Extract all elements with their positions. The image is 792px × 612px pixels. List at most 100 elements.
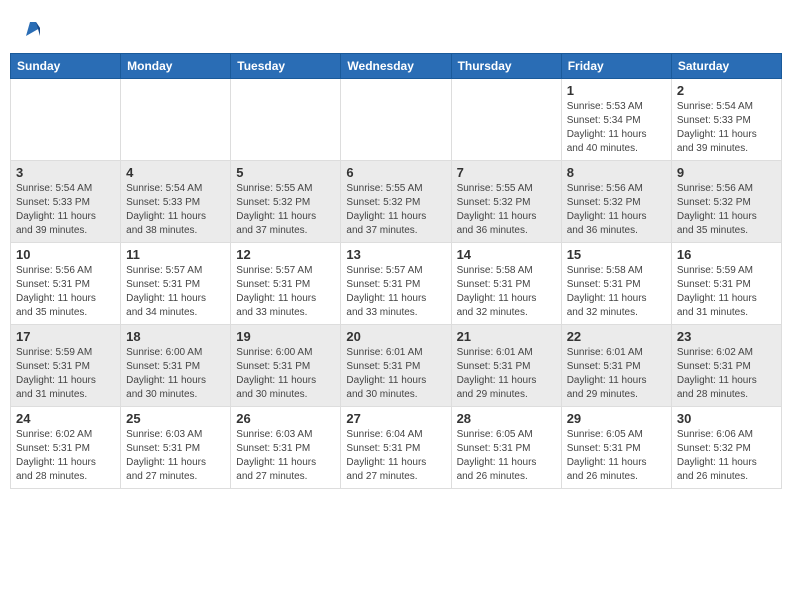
calendar-cell: 13 Sunrise: 5:57 AMSunset: 5:31 PMDayligh… [341, 243, 451, 325]
day-number: 24 [16, 411, 115, 426]
day-number: 26 [236, 411, 335, 426]
day-info: Sunrise: 5:54 AMSunset: 5:33 PMDaylight:… [126, 182, 225, 238]
day-number: 12 [236, 247, 335, 262]
day-number: 27 [346, 411, 445, 426]
day-info: Sunrise: 5:53 AMSunset: 5:34 PMDaylight:… [567, 100, 666, 156]
day-info: Sunrise: 6:04 AMSunset: 5:31 PMDaylight:… [346, 428, 445, 484]
weekday-header-friday: Friday [561, 54, 671, 79]
day-info: Sunrise: 6:01 AMSunset: 5:31 PMDaylight:… [457, 346, 556, 402]
day-info: Sunrise: 5:55 AMSunset: 5:32 PMDaylight:… [236, 182, 335, 238]
day-info: Sunrise: 5:55 AMSunset: 5:32 PMDaylight:… [457, 182, 556, 238]
day-info: Sunrise: 6:03 AMSunset: 5:31 PMDaylight:… [236, 428, 335, 484]
calendar-cell [11, 79, 121, 161]
calendar-cell: 2 Sunrise: 5:54 AMSunset: 5:33 PMDaylight… [671, 79, 781, 161]
day-number: 1 [567, 83, 666, 98]
calendar-cell: 18Sunrise: 6:00 AMSunset: 5:31 PMDayligh… [121, 325, 231, 407]
day-number: 18 [126, 329, 225, 344]
day-info: Sunrise: 5:56 AMSunset: 5:32 PMDaylight:… [677, 182, 776, 238]
day-info: Sunrise: 5:56 AMSunset: 5:32 PMDaylight:… [567, 182, 666, 238]
calendar-cell: 27 Sunrise: 6:04 AMSunset: 5:31 PMDayligh… [341, 407, 451, 489]
calendar-cell: 21 Sunrise: 6:01 AMSunset: 5:31 PMDayligh… [451, 325, 561, 407]
day-number: 22 [567, 329, 666, 344]
calendar-cell: 22 Sunrise: 6:01 AMSunset: 5:31 PMDayligh… [561, 325, 671, 407]
day-number: 4 [126, 165, 225, 180]
logo [20, 18, 44, 45]
calendar-cell: 6 Sunrise: 5:55 AMSunset: 5:32 PMDaylight… [341, 161, 451, 243]
calendar-cell: 12 Sunrise: 5:57 AMSunset: 5:31 PMDayligh… [231, 243, 341, 325]
day-number: 17 [16, 329, 115, 344]
day-number: 7 [457, 165, 556, 180]
calendar-cell: 4 Sunrise: 5:54 AMSunset: 5:33 PMDaylight… [121, 161, 231, 243]
day-number: 13 [346, 247, 445, 262]
day-info: Sunrise: 6:06 AMSunset: 5:32 PMDaylight:… [677, 428, 776, 484]
day-info: Sunrise: 5:57 AMSunset: 5:31 PMDaylight:… [236, 264, 335, 320]
day-number: 8 [567, 165, 666, 180]
day-number: 2 [677, 83, 776, 98]
day-info: Sunrise: 6:01 AMSunset: 5:31 PMDaylight:… [567, 346, 666, 402]
calendar-cell [121, 79, 231, 161]
page-header [10, 10, 782, 49]
calendar-cell: 5Sunrise: 5:55 AMSunset: 5:32 PMDaylight… [231, 161, 341, 243]
calendar-cell: 8 Sunrise: 5:56 AMSunset: 5:32 PMDaylight… [561, 161, 671, 243]
calendar-week-row: 1 Sunrise: 5:53 AMSunset: 5:34 PMDaylight… [11, 79, 782, 161]
day-info: Sunrise: 5:57 AMSunset: 5:31 PMDaylight:… [346, 264, 445, 320]
day-info: Sunrise: 5:55 AMSunset: 5:32 PMDaylight:… [346, 182, 445, 238]
calendar-week-row: 10 Sunrise: 5:56 AMSunset: 5:31 PMDayligh… [11, 243, 782, 325]
calendar-cell: 1 Sunrise: 5:53 AMSunset: 5:34 PMDaylight… [561, 79, 671, 161]
calendar-cell: 7 Sunrise: 5:55 AMSunset: 5:32 PMDaylight… [451, 161, 561, 243]
day-number: 10 [16, 247, 115, 262]
day-number: 6 [346, 165, 445, 180]
calendar-cell: 24 Sunrise: 6:02 AMSunset: 5:31 PMDayligh… [11, 407, 121, 489]
day-number: 28 [457, 411, 556, 426]
day-info: Sunrise: 5:54 AMSunset: 5:33 PMDaylight:… [16, 182, 115, 238]
calendar-cell: 11Sunrise: 5:57 AMSunset: 5:31 PMDayligh… [121, 243, 231, 325]
day-number: 16 [677, 247, 776, 262]
day-info: Sunrise: 6:01 AMSunset: 5:31 PMDaylight:… [346, 346, 445, 402]
calendar-week-row: 17Sunrise: 5:59 AMSunset: 5:31 PMDayligh… [11, 325, 782, 407]
day-number: 20 [346, 329, 445, 344]
weekday-header-monday: Monday [121, 54, 231, 79]
day-info: Sunrise: 5:58 AMSunset: 5:31 PMDaylight:… [457, 264, 556, 320]
calendar-cell: 30 Sunrise: 6:06 AMSunset: 5:32 PMDayligh… [671, 407, 781, 489]
weekday-header-saturday: Saturday [671, 54, 781, 79]
calendar-cell: 26 Sunrise: 6:03 AMSunset: 5:31 PMDayligh… [231, 407, 341, 489]
day-info: Sunrise: 5:59 AMSunset: 5:31 PMDaylight:… [677, 264, 776, 320]
day-info: Sunrise: 6:00 AMSunset: 5:31 PMDaylight:… [236, 346, 335, 402]
calendar-cell: 16 Sunrise: 5:59 AMSunset: 5:31 PMDayligh… [671, 243, 781, 325]
calendar-cell: 14 Sunrise: 5:58 AMSunset: 5:31 PMDayligh… [451, 243, 561, 325]
calendar-cell [451, 79, 561, 161]
day-info: Sunrise: 5:54 AMSunset: 5:33 PMDaylight:… [677, 100, 776, 156]
day-number: 19 [236, 329, 335, 344]
calendar-cell [341, 79, 451, 161]
logo-icon [22, 18, 44, 40]
day-number: 11 [126, 247, 225, 262]
day-info: Sunrise: 5:56 AMSunset: 5:31 PMDaylight:… [16, 264, 115, 320]
day-info: Sunrise: 6:02 AMSunset: 5:31 PMDaylight:… [677, 346, 776, 402]
day-number: 21 [457, 329, 556, 344]
day-info: Sunrise: 5:58 AMSunset: 5:31 PMDaylight:… [567, 264, 666, 320]
calendar-cell: 23Sunrise: 6:02 AMSunset: 5:31 PMDayligh… [671, 325, 781, 407]
day-number: 9 [677, 165, 776, 180]
calendar-week-row: 24 Sunrise: 6:02 AMSunset: 5:31 PMDayligh… [11, 407, 782, 489]
day-info: Sunrise: 6:05 AMSunset: 5:31 PMDaylight:… [457, 428, 556, 484]
day-info: Sunrise: 6:03 AMSunset: 5:31 PMDaylight:… [126, 428, 225, 484]
day-number: 25 [126, 411, 225, 426]
calendar-cell: 3Sunrise: 5:54 AMSunset: 5:33 PMDaylight… [11, 161, 121, 243]
calendar-cell: 20 Sunrise: 6:01 AMSunset: 5:31 PMDayligh… [341, 325, 451, 407]
calendar-cell: 25 Sunrise: 6:03 AMSunset: 5:31 PMDayligh… [121, 407, 231, 489]
calendar-cell: 10 Sunrise: 5:56 AMSunset: 5:31 PMDayligh… [11, 243, 121, 325]
weekday-header-sunday: Sunday [11, 54, 121, 79]
weekday-header-wednesday: Wednesday [341, 54, 451, 79]
weekday-header-row: SundayMondayTuesdayWednesdayThursdayFrid… [11, 54, 782, 79]
day-number: 14 [457, 247, 556, 262]
day-info: Sunrise: 6:02 AMSunset: 5:31 PMDaylight:… [16, 428, 115, 484]
calendar-cell: 28 Sunrise: 6:05 AMSunset: 5:31 PMDayligh… [451, 407, 561, 489]
calendar-week-row: 3Sunrise: 5:54 AMSunset: 5:33 PMDaylight… [11, 161, 782, 243]
calendar-cell: 29Sunrise: 6:05 AMSunset: 5:31 PMDayligh… [561, 407, 671, 489]
calendar-table: SundayMondayTuesdayWednesdayThursdayFrid… [10, 53, 782, 489]
day-number: 29 [567, 411, 666, 426]
calendar-cell: 15Sunrise: 5:58 AMSunset: 5:31 PMDayligh… [561, 243, 671, 325]
day-number: 30 [677, 411, 776, 426]
calendar-cell [231, 79, 341, 161]
calendar-cell: 17Sunrise: 5:59 AMSunset: 5:31 PMDayligh… [11, 325, 121, 407]
